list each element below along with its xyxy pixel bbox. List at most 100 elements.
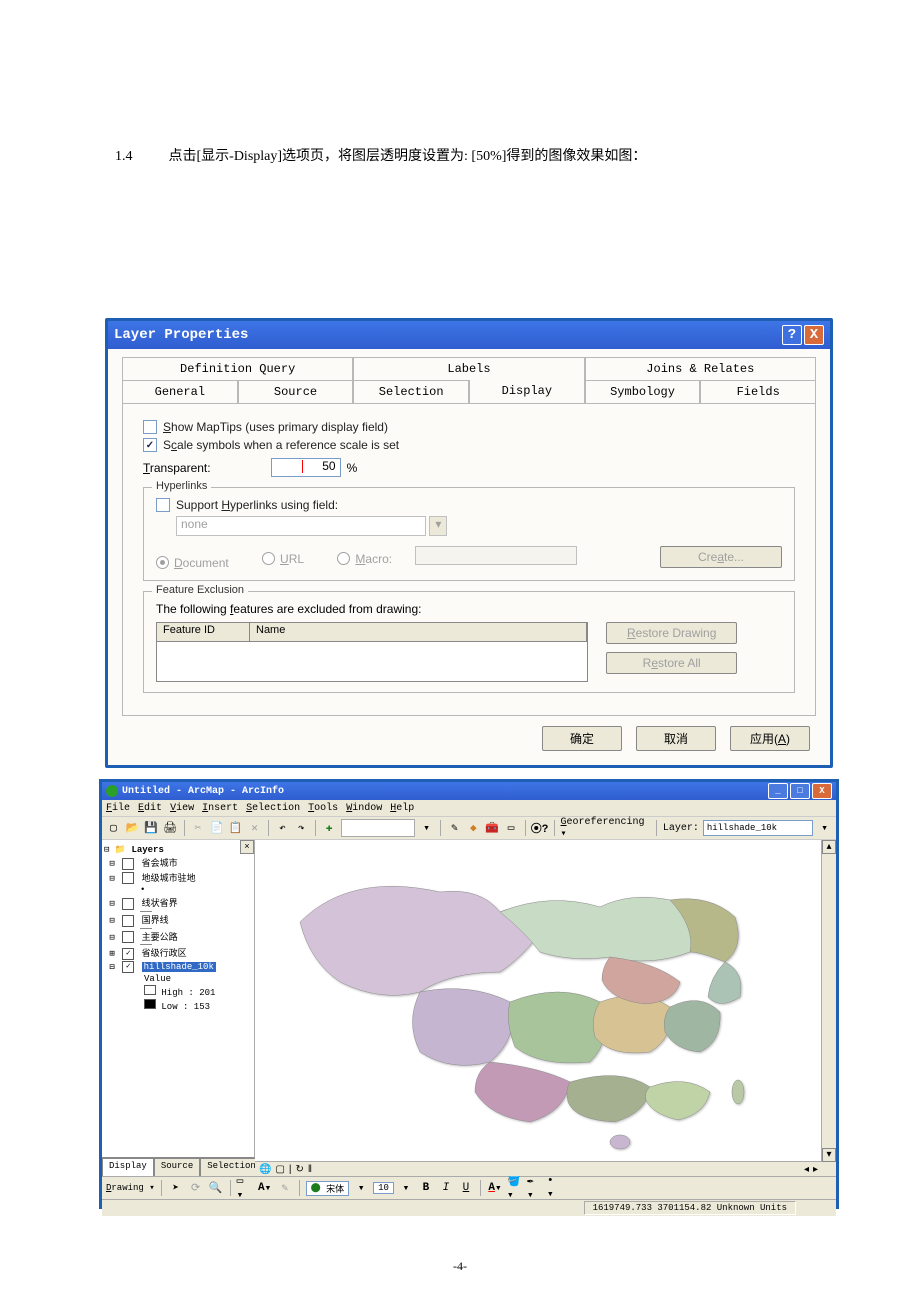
layer-combo[interactable]: hillshade_10k — [703, 820, 813, 836]
close-button[interactable]: X — [804, 325, 824, 345]
minimize-button[interactable]: _ — [768, 783, 788, 799]
menu-tools[interactable]: Tools — [308, 803, 338, 814]
open-icon[interactable]: 📂 — [125, 820, 140, 836]
whatsthis-icon[interactable]: ⦿? — [532, 820, 548, 836]
china-map — [270, 852, 810, 1162]
restore-all-button[interactable]: Restore All — [606, 652, 737, 674]
rect-tool-icon[interactable]: ▭ ▾ — [237, 1180, 253, 1196]
zoom-icon[interactable]: 🔍 — [208, 1180, 224, 1196]
data-view-icon[interactable]: 🌐 — [259, 1164, 271, 1175]
app-title-bar[interactable]: Untitled - ArcMap - ArcInfo _ □ X — [102, 782, 836, 800]
menu-edit[interactable]: Edit — [138, 803, 162, 814]
tab-definition-query[interactable]: Definition Query — [122, 357, 353, 380]
pause-icon[interactable]: ‖ — [308, 1164, 312, 1175]
dropdown-icon[interactable]: ▾ — [419, 820, 434, 836]
radio-url[interactable]: URL — [262, 552, 304, 566]
tab-general[interactable]: General — [122, 380, 238, 404]
delete-icon[interactable]: ✕ — [247, 820, 262, 836]
edit-vertices-icon[interactable]: ✎ — [277, 1180, 293, 1196]
font-size-combo[interactable]: 10 — [373, 1182, 394, 1194]
menu-selection[interactable]: Selection — [246, 803, 300, 814]
size-dropdown-icon[interactable]: ▾ — [398, 1180, 414, 1196]
new-icon[interactable]: ▢ — [106, 820, 121, 836]
restore-drawing-button[interactable]: Restore Drawing — [606, 622, 737, 644]
menu-view[interactable]: View — [170, 803, 194, 814]
app-close-button[interactable]: X — [812, 783, 832, 799]
refresh-icon[interactable]: ↻ — [296, 1164, 304, 1175]
catalog-icon[interactable]: ◆ — [466, 820, 481, 836]
bold-icon[interactable]: B — [418, 1180, 434, 1196]
menu-window[interactable]: Window — [346, 803, 382, 814]
create-button[interactable]: Create... — [660, 546, 782, 568]
editor-icon[interactable]: ✎ — [447, 820, 462, 836]
support-hyperlinks-checkbox[interactable]: Support Hyperlinks using field: — [156, 498, 782, 512]
underline-icon[interactable]: U — [458, 1180, 474, 1196]
menu-file[interactable]: File — [106, 803, 130, 814]
tab-joins-relates[interactable]: Joins & Relates — [585, 357, 816, 380]
table-of-contents[interactable]: × ⊟ 📁 Layers ⊟ 省会城市 ⊟ 地级城市驻地 • ⊟ 线状省界 ⊟ … — [102, 840, 255, 1176]
view-switch-bar[interactable]: 🌐 ▢ | ↻ ‖ ◂▸ — [255, 1161, 822, 1176]
undo-icon[interactable]: ↶ — [275, 820, 290, 836]
exclusion-legend: Feature Exclusion — [152, 584, 248, 596]
menu-help[interactable]: Help — [390, 803, 414, 814]
font-combo[interactable]: ⬤ 宋体 — [306, 1181, 350, 1196]
app-title: Untitled - ArcMap - ArcInfo — [122, 786, 284, 797]
macro-input[interactable] — [415, 546, 577, 565]
dialog-title-bar[interactable]: Layer Properties ? X — [108, 321, 830, 349]
hyperlink-field-select[interactable]: none — [176, 516, 426, 536]
tab-source[interactable]: Source — [238, 380, 354, 404]
scale-combo[interactable] — [341, 819, 416, 837]
toc-tab-selection[interactable]: Selection — [200, 1158, 263, 1176]
layout-view-icon[interactable]: ▢ — [275, 1164, 284, 1175]
toc-tabs[interactable]: Display Source Selection — [102, 1157, 254, 1176]
radio-document[interactable]: Document — [156, 556, 229, 570]
help-button[interactable]: ? — [782, 325, 802, 345]
transparent-input[interactable]: 50 — [271, 458, 341, 477]
georeferencing-menu[interactable]: Georeferencing ▾ — [561, 817, 650, 840]
vertical-scrollbar[interactable]: ▴ ▾ — [821, 840, 836, 1176]
select-tool-icon[interactable]: ➤ — [168, 1180, 184, 1196]
font-color-icon[interactable]: A ▾ — [487, 1180, 503, 1196]
menu-insert[interactable]: Insert — [202, 803, 238, 814]
tabs-row-top: Definition Query Labels Joins & Relates — [122, 357, 816, 380]
apply-button[interactable]: 应用(A) — [730, 726, 810, 751]
marker-color-icon[interactable]: • ▾ — [547, 1180, 563, 1196]
add-data-icon[interactable]: ✚ — [322, 820, 337, 836]
drawing-menu[interactable]: Drawing ▾ — [106, 1183, 155, 1193]
map-view[interactable]: ▴ ▾ 🌐 ▢ | ↻ ‖ ◂▸ — [255, 840, 836, 1176]
ok-button[interactable]: 确定 — [542, 726, 622, 751]
toc-tab-display[interactable]: Display — [102, 1158, 154, 1176]
scale-symbols-checkbox[interactable]: ✓ Scale symbols when a reference scale i… — [143, 438, 795, 452]
save-icon[interactable]: 💾 — [144, 820, 159, 836]
radio-macro[interactable]: Macro: — [337, 552, 392, 566]
cut-icon[interactable]: ✂ — [191, 820, 206, 836]
dropdown-icon[interactable]: ▾ — [429, 516, 447, 536]
copy-icon[interactable]: 📄 — [209, 820, 224, 836]
cancel-button[interactable]: 取消 — [636, 726, 716, 751]
toolbox-icon[interactable]: 🧰 — [485, 820, 500, 836]
paste-icon[interactable]: 📋 — [228, 820, 243, 836]
tab-labels[interactable]: Labels — [353, 357, 584, 380]
tab-selection[interactable]: Selection — [353, 380, 469, 404]
line-color-icon[interactable]: ✒ ▾ — [527, 1180, 543, 1196]
text-tool-icon[interactable]: A ▾ — [257, 1180, 273, 1196]
italic-icon[interactable]: I — [438, 1180, 454, 1196]
print-icon[interactable]: 🖨 — [163, 820, 178, 836]
menu-bar[interactable]: File Edit View Insert Selection Tools Wi… — [102, 800, 836, 817]
redo-icon[interactable]: ↷ — [294, 820, 309, 836]
tab-symbology[interactable]: Symbology — [585, 380, 701, 404]
fill-color-icon[interactable]: 🪣 ▾ — [507, 1180, 523, 1196]
maximize-button[interactable]: □ — [790, 783, 810, 799]
cmd-icon[interactable]: ▭ — [504, 820, 519, 836]
feature-exclusion-group: Feature Exclusion The following features… — [143, 591, 795, 693]
layer-dropdown-icon[interactable]: ▾ — [817, 820, 832, 836]
font-dropdown-icon[interactable]: ▾ — [353, 1180, 369, 1196]
tab-fields[interactable]: Fields — [700, 380, 816, 404]
exclusion-table[interactable]: Feature ID Name — [156, 622, 588, 682]
scale-symbols-label: ale symbols when a reference scale is se… — [177, 438, 399, 452]
toc-tab-source[interactable]: Source — [154, 1158, 200, 1176]
tab-display[interactable]: Display — [469, 380, 585, 404]
rotate-icon[interactable]: ⟳ — [188, 1180, 204, 1196]
toc-close-icon[interactable]: × — [240, 840, 254, 854]
show-maptips-checkbox[interactable]: Show MapTips (uses primary display field… — [143, 420, 795, 434]
